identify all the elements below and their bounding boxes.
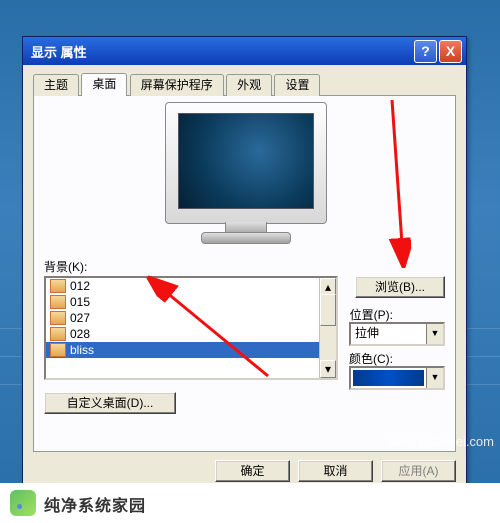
apply-button[interactable]: 应用(A) bbox=[381, 460, 456, 482]
logo-strip: 纯净系统家园 bbox=[0, 483, 500, 523]
background-label: 背景(K): bbox=[44, 258, 87, 275]
tab-settings[interactable]: 设置 bbox=[274, 74, 320, 96]
list-item[interactable]: 027 bbox=[46, 310, 320, 326]
scrollbar[interactable]: ▴ ▾ bbox=[319, 278, 336, 378]
customize-desktop-button[interactable]: 自定义桌面(D)... bbox=[44, 392, 176, 414]
display-properties-dialog: 显示 属性 ? X 主题 桌面 屏幕保护程序 外观 设置 背景(K): 012 … bbox=[22, 36, 467, 492]
tabstrip: 主题 桌面 屏幕保护程序 外观 设置 bbox=[33, 73, 456, 96]
color-label: 颜色(C): bbox=[349, 350, 393, 367]
list-item[interactable]: 015 bbox=[46, 294, 320, 310]
tab-theme[interactable]: 主题 bbox=[33, 74, 79, 96]
color-select[interactable]: ▼ bbox=[349, 366, 445, 390]
scroll-track[interactable] bbox=[320, 294, 336, 362]
color-swatch bbox=[353, 370, 424, 386]
position-select[interactable]: 拉伸 ▼ bbox=[349, 322, 445, 346]
preview-monitor bbox=[161, 102, 329, 252]
logo-icon bbox=[10, 490, 36, 516]
file-icon bbox=[50, 327, 66, 341]
chevron-down-icon[interactable]: ▼ bbox=[426, 368, 443, 388]
file-icon bbox=[50, 343, 66, 357]
window-title: 显示 属性 bbox=[31, 42, 412, 61]
position-value: 拉伸 bbox=[351, 324, 426, 344]
watermark-text: www.yidaimei.com bbox=[387, 434, 494, 449]
list-item-selected[interactable]: bliss bbox=[46, 342, 320, 358]
scroll-down-button[interactable]: ▾ bbox=[320, 360, 336, 378]
file-icon bbox=[50, 295, 66, 309]
background-listbox[interactable]: 012 015 027 028 bliss ▴ ▾ bbox=[44, 276, 338, 380]
ok-button[interactable]: 确定 bbox=[215, 460, 290, 482]
preview-screen bbox=[178, 113, 314, 209]
logo-title: 纯净系统家园 bbox=[44, 490, 146, 516]
chevron-down-icon[interactable]: ▼ bbox=[426, 324, 443, 344]
help-button[interactable]: ? bbox=[414, 40, 437, 63]
tab-appearance[interactable]: 外观 bbox=[226, 74, 272, 96]
list-item[interactable]: 012 bbox=[46, 278, 320, 294]
list-item[interactable]: 028 bbox=[46, 326, 320, 342]
titlebar[interactable]: 显示 属性 ? X bbox=[23, 37, 466, 65]
tabpane-desktop: 背景(K): 012 015 027 028 bliss ▴ ▾ 浏览(B bbox=[33, 96, 456, 452]
close-button[interactable]: X bbox=[439, 40, 462, 63]
file-icon bbox=[50, 311, 66, 325]
tab-desktop[interactable]: 桌面 bbox=[81, 73, 127, 97]
position-label: 位置(P): bbox=[350, 306, 393, 323]
browse-button[interactable]: 浏览(B)... bbox=[355, 276, 445, 298]
file-icon bbox=[50, 279, 66, 293]
scroll-thumb[interactable] bbox=[320, 294, 336, 326]
tab-screensaver[interactable]: 屏幕保护程序 bbox=[130, 74, 224, 96]
cancel-button[interactable]: 取消 bbox=[298, 460, 373, 482]
